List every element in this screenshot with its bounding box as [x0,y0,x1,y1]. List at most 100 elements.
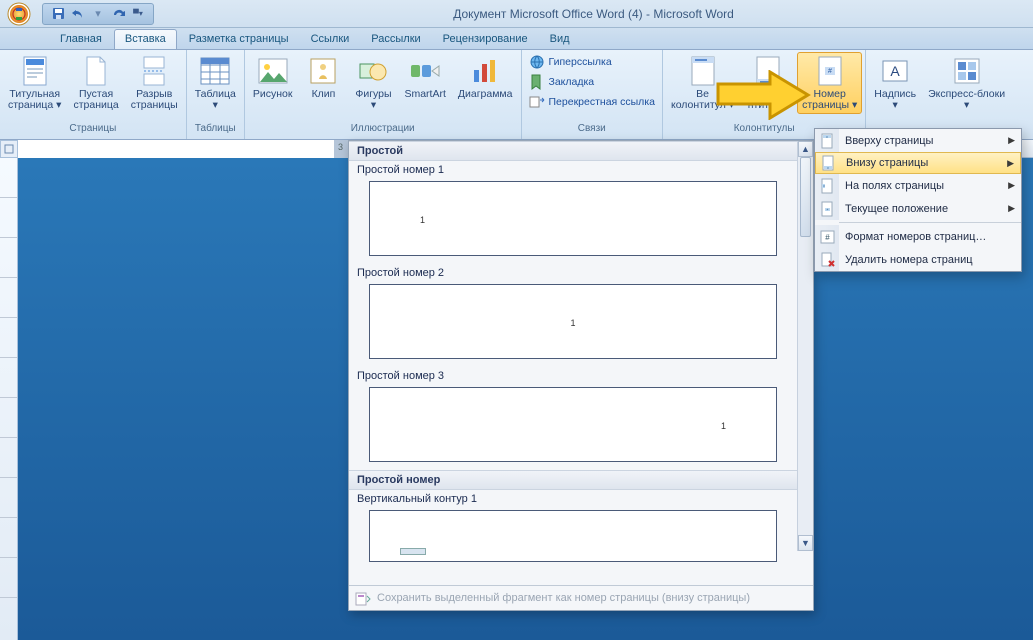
window-title: Документ Microsoft Office Word (4) - Mic… [154,7,1033,21]
ruler-corner[interactable] [0,140,18,158]
group-links-label: Связи [525,123,659,139]
bookmark-icon [529,74,545,90]
gallery-item-2-label[interactable]: Простой номер 2 [349,264,797,282]
table-icon [199,55,231,87]
svg-text:#: # [828,68,832,75]
hyperlink-button[interactable]: Гиперссылка [525,52,616,72]
preview-pagenum-center: 1 [570,318,575,328]
remove-numbers-icon [815,248,839,271]
menu-format-numbers[interactable]: # Формат номеров страниц… [815,225,1021,248]
chart-button[interactable]: Диаграмма [453,52,518,103]
smartart-label: SmartArt [404,89,445,100]
scroll-down-icon[interactable]: ▼ [798,535,813,551]
bottom-page-icon: # [816,152,840,175]
gallery-item-3-label[interactable]: Простой номер 3 [349,367,797,385]
group-text: A Надпись ▾ Экспресс-блоки ▾ [866,50,1013,139]
gallery-preview-2[interactable]: 1 [369,284,777,359]
cover-page-button[interactable]: Титульная страница ▾ [3,52,66,114]
footer-button[interactable]: й нтитул ▾ [741,52,795,114]
menu-separator [839,222,1021,223]
hyperlink-icon [529,54,545,70]
clip-label: Клип [312,89,336,100]
current-pos-icon: # [815,197,839,220]
submenu-arrow-icon: ▶ [1008,203,1015,214]
menu-page-margins[interactable]: # На полях страницы▶ [815,174,1021,197]
gallery-preview-4[interactable] [369,510,777,562]
redo-icon[interactable] [111,7,125,21]
shapes-label: Фигуры ▾ [355,89,391,111]
save-icon[interactable] [51,7,65,21]
group-illustrations: Рисунок Клип Фигуры ▾ SmartArt Диаграмма… [245,50,522,139]
scroll-up-icon[interactable]: ▲ [798,141,813,157]
tab-layout[interactable]: Разметка страницы [179,30,299,49]
gallery-item-4-label[interactable]: Вертикальный контур 1 [349,490,797,508]
crossref-button[interactable]: Перекрестная ссылка [525,92,659,112]
shapes-icon [357,55,389,87]
svg-text:A: A [891,63,901,79]
blank-page-button[interactable]: Пустая страница [68,52,123,114]
textbox-icon: A [879,55,911,87]
ribbon-tabs: Главная Вставка Разметка страницы Ссылки… [0,28,1033,50]
gallery-preview-3[interactable]: 1 [369,387,777,462]
menu-bottom-of-page[interactable]: # Внизу страницы ▶ [815,152,1021,174]
menu-remove-numbers[interactable]: Удалить номера страниц [815,248,1021,271]
undo-icon[interactable] [71,7,85,21]
cover-page-icon [19,55,51,87]
picture-icon [257,55,289,87]
margins-icon: # [815,174,839,197]
gallery-preview-1[interactable]: 1 [369,181,777,256]
footer-icon [752,55,784,87]
page-break-button[interactable]: Разрыв страницы [126,52,183,114]
page-number-button[interactable]: # Номер страницы ▾ [797,52,862,114]
picture-label: Рисунок [253,89,293,100]
tab-mailings[interactable]: Рассылки [361,30,430,49]
save-selection-icon [355,590,371,606]
submenu-arrow-icon: ▶ [1007,158,1014,169]
smartart-button[interactable]: SmartArt [399,52,450,103]
scroll-thumb[interactable] [800,157,811,237]
tab-references[interactable]: Ссылки [301,30,360,49]
clip-button[interactable]: Клип [299,52,347,103]
menu-bottom-label: Внизу страницы [846,157,928,169]
clip-icon [307,55,339,87]
header-button[interactable]: Ве колонтитул ▾ [666,52,739,114]
gallery-footer-label: Сохранить выделенный фрагмент как номер … [377,592,750,604]
menu-remove-label: Удалить номера страниц [845,254,973,266]
textbox-label: Надпись ▾ [874,89,916,111]
blank-page-label: Пустая страница [73,89,118,111]
smartart-icon [409,55,441,87]
svg-text:#: # [825,233,830,242]
tab-insert[interactable]: Вставка [114,29,177,49]
quickparts-button[interactable]: Экспресс-блоки ▾ [923,52,1010,114]
textbox-button[interactable]: A Надпись ▾ [869,52,921,114]
chart-label: Диаграмма [458,89,513,100]
quick-access-toolbar: ▾ ▀▾ [42,3,154,25]
submenu-arrow-icon: ▶ [1008,180,1015,191]
qat-dropdown-icon[interactable]: ▀▾ [131,7,145,21]
table-button[interactable]: Таблица ▾ [190,52,241,114]
menu-top-of-page[interactable]: # Вверху страницы▶ [815,129,1021,152]
menu-current-position[interactable]: # Текущее положение▶ [815,197,1021,220]
quickparts-icon [951,55,983,87]
preview-pagenum-right: 1 [721,421,726,431]
shapes-button[interactable]: Фигуры ▾ [349,52,397,114]
gallery-item-1-label[interactable]: Простой номер 1 [349,161,797,179]
vertical-ruler[interactable] [0,158,18,640]
gallery-scrollbar[interactable]: ▲ ▼ [797,141,813,551]
table-label: Таблица ▾ [195,89,236,111]
tab-home[interactable]: Главная [50,30,112,49]
header-icon [687,55,719,87]
crossref-icon [529,94,545,110]
bookmark-label: Закладка [549,76,595,88]
bookmark-button[interactable]: Закладка [525,72,599,92]
tab-view[interactable]: Вид [540,30,580,49]
quickparts-label: Экспресс-блоки ▾ [928,89,1005,111]
submenu-arrow-icon: ▶ [1008,135,1015,146]
tab-review[interactable]: Рецензирование [433,30,538,49]
header-label: Ве колонтитул ▾ [671,89,734,111]
gallery-footer[interactable]: Сохранить выделенный фрагмент как номер … [349,585,813,610]
office-button[interactable] [0,0,38,28]
top-page-icon: # [815,129,839,152]
group-links: Гиперссылка Закладка Перекрестная ссылка… [522,50,663,139]
picture-button[interactable]: Рисунок [248,52,298,103]
